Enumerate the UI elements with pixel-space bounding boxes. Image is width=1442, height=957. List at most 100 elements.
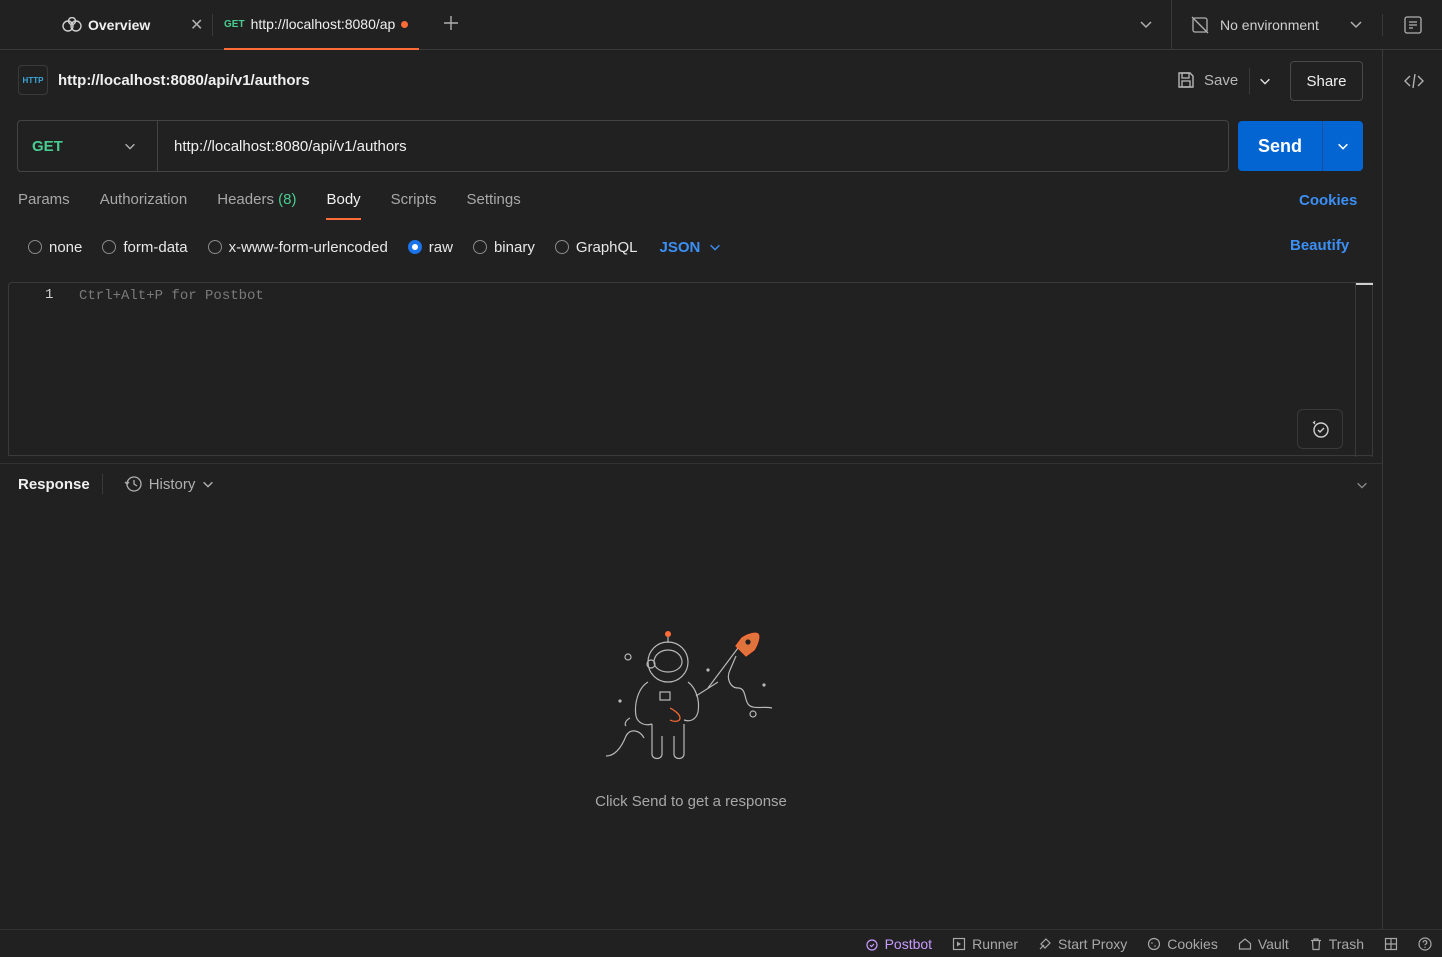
response-title: Response [18,475,90,493]
radio-circle [207,240,222,254]
radio-none[interactable]: none [28,239,82,256]
send-button[interactable]: Send [1238,136,1322,157]
new-tab-plus-icon[interactable] [442,12,460,38]
statusbar-vault-label: Vault [1257,935,1289,952]
tab-method-badge: GET [224,18,245,30]
tab-authorization[interactable]: Authorization [100,190,188,220]
tab-scripts[interactable]: Scripts [391,190,437,220]
tab-bar: Overview ✕ GET http://localhost:8080/ap … [0,0,1442,50]
save-icon [1178,72,1194,88]
environment-chevron-icon[interactable] [1348,16,1364,35]
response-collapse-chevron-icon[interactable] [1355,478,1369,495]
help-icon[interactable] [1418,936,1432,951]
share-button[interactable]: Share [1290,61,1363,101]
radio-graphql[interactable]: GraphQL [554,238,638,256]
tab-overview[interactable]: Overview ✕ [62,0,212,50]
send-button-group: Send [1238,121,1363,171]
statusbar-runner-label: Runner [972,935,1018,952]
history-dropdown[interactable]: History [123,474,216,494]
body-type-selector: none form-data x-www-form-urlencoded raw… [28,236,722,258]
history-icon [124,476,142,492]
env-divider [1171,0,1172,50]
statusbar-start-proxy-label: Start Proxy [1058,935,1128,952]
format-label: JSON [659,238,701,256]
tabs-overflow-chevron-icon[interactable] [1138,16,1154,35]
history-chevron-icon [203,481,214,488]
request-header: HTTP http://localhost:8080/api/v1/author… [0,50,1382,112]
code-snippet-icon[interactable] [1403,70,1425,95]
cookie-icon [1148,937,1161,950]
url-bar: GET [17,120,1229,172]
statusbar-cookies-label: Cookies [1167,935,1218,952]
method-selector[interactable]: GET [18,121,158,171]
radio-form-data[interactable]: form-data [102,238,188,256]
statusbar-cookies[interactable]: Cookies [1147,936,1218,952]
radio-circle [28,240,42,254]
method-label: GET [32,137,63,155]
radio-urlencoded[interactable]: x-www-form-urlencoded [207,238,388,256]
save-options-chevron-icon[interactable] [1258,74,1272,91]
radio-graphql-label: GraphQL [575,238,638,256]
tab-params[interactable]: Params [18,190,70,220]
request-title[interactable]: http://localhost:8080/api/v1/authors [58,72,310,89]
radio-circle [472,240,487,254]
tab-headers-label: Headers [217,191,274,208]
statusbar-postbot-label: Postbot [884,935,933,952]
radio-raw-label: raw [428,238,453,256]
environment-quick-look-icon[interactable] [1402,14,1424,39]
close-icon[interactable]: ✕ [190,15,203,35]
trash-icon [1310,937,1321,950]
postbot-icon [865,938,878,951]
runner-icon [952,937,966,950]
radio-binary-label: binary [493,238,535,256]
radio-circle-checked [407,240,422,254]
postbot-icon [1312,420,1329,438]
radio-form-data-label: form-data [123,238,188,256]
http-icon: HTTP [18,65,48,95]
cookies-link[interactable]: Cookies [1299,192,1357,209]
tab-overview-label: Overview [88,17,151,33]
tab-divider [212,14,213,36]
history-label: History [148,475,196,493]
format-dropdown[interactable]: JSON [660,239,723,256]
tab-request-authors[interactable]: GET http://localhost:8080/ap [224,0,419,50]
radio-raw[interactable]: raw [407,238,453,256]
request-tabs: Params Authorization Headers (8) Body Sc… [18,190,521,220]
empty-response-message: Click Send to get a response [595,793,787,810]
scrollbar-thumb[interactable] [1356,283,1373,285]
statusbar-trash-label: Trash [1328,935,1364,952]
response-bar: Response History [18,474,215,494]
tab-body[interactable]: Body [326,190,361,220]
tab-headers[interactable]: Headers (8) [217,190,296,220]
postbot-button[interactable] [1297,409,1343,449]
astronaut-rocket-illustration [596,626,786,779]
editor-scrollbar[interactable] [1355,283,1373,457]
format-chevron-icon [710,244,721,251]
headers-count-badge: (8) [278,191,297,208]
two-pane-layout-icon[interactable] [1384,937,1398,951]
statusbar-postbot[interactable]: Postbot [865,936,932,952]
right-sidebar [1382,50,1442,930]
env-divider-right [1382,14,1383,36]
body-editor[interactable]: 1 Ctrl+Alt+P for Postbot [8,282,1373,457]
beautify-link[interactable]: Beautify [1290,237,1349,254]
statusbar-vault[interactable]: Vault [1238,936,1289,952]
radio-binary[interactable]: binary [472,238,535,256]
statusbar-start-proxy[interactable]: Start Proxy [1038,936,1127,952]
proxy-icon [1039,937,1051,949]
statusbar-trash[interactable]: Trash [1309,936,1364,952]
send-options-chevron-icon[interactable] [1323,139,1363,153]
environment-selector[interactable]: No environment [1190,0,1319,50]
save-divider [1249,68,1250,94]
statusbar-runner[interactable]: Runner [952,936,1018,952]
environment-label: No environment [1220,17,1319,33]
tab-settings[interactable]: Settings [467,190,521,220]
request-response-divider[interactable] [0,463,1382,464]
url-input[interactable] [158,121,1228,171]
save-button[interactable]: Save [1176,70,1238,90]
tab-request-label: http://localhost:8080/ap [250,16,396,32]
overview-icon [62,17,82,32]
method-chevron-icon [123,139,137,157]
radio-circle [102,240,117,254]
radio-urlencoded-label: x-www-form-urlencoded [228,238,388,256]
